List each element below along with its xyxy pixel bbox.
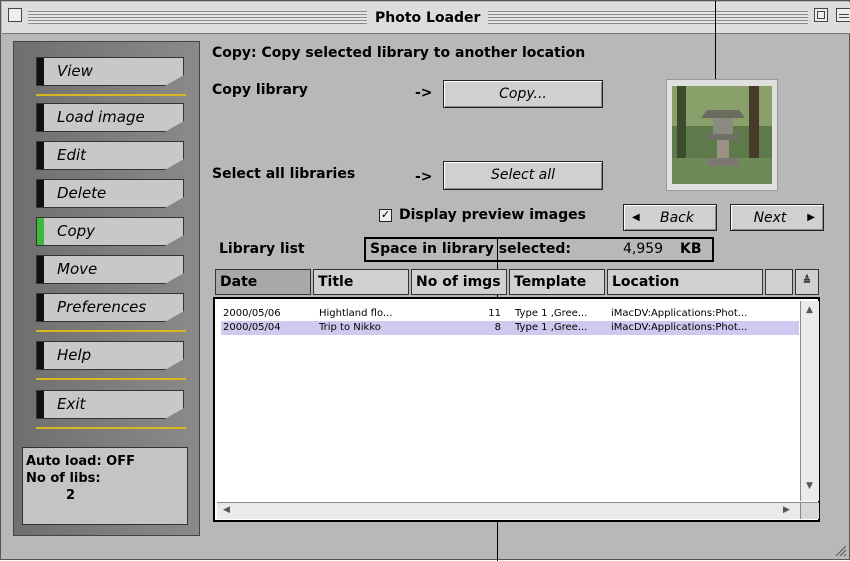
collapse-box[interactable]: [836, 8, 850, 22]
row-location: iMacDV:Applications:Phot...: [611, 322, 748, 333]
row-count: 8: [494, 322, 501, 333]
nav-delete-label: Delete: [57, 184, 107, 202]
row-template: Type 1 ,Gree...: [515, 308, 588, 319]
library-list: 2000/05/06 Hightland flo... 11 Type 1 ,G…: [213, 297, 820, 522]
nav-delete-button[interactable]: Delete: [36, 179, 184, 208]
column-header-blank: [765, 269, 793, 295]
library-list-label: Library list: [219, 241, 305, 257]
nav-copy-label: Copy: [57, 222, 96, 240]
callout-line-preview: [715, 1, 716, 87]
row-location: iMacDV:Applications:Phot...: [611, 308, 748, 319]
space-unit: KB: [680, 241, 702, 257]
space-value: 4,959: [623, 241, 664, 257]
nav-view-button[interactable]: View: [36, 57, 184, 86]
nav-copy-button[interactable]: Copy: [36, 217, 184, 246]
preview-image: [666, 79, 778, 191]
select-all-label: Select all libraries: [212, 166, 356, 182]
nav-load-image-label: Load image: [57, 108, 145, 126]
no-of-libs-value: 2: [66, 488, 76, 503]
separator: [36, 94, 186, 96]
auto-load-status: Auto load: OFF: [26, 454, 135, 469]
nav-preferences-button[interactable]: Preferences: [36, 293, 184, 322]
no-of-libs-label: No of libs:: [26, 471, 101, 486]
space-box: Space in library selected: 4,959 KB: [364, 237, 714, 262]
nav-edit-button[interactable]: Edit: [36, 141, 184, 170]
nav-load-image-button[interactable]: Load image: [36, 103, 184, 132]
nav-move-button[interactable]: Move: [36, 255, 184, 284]
zoom-box[interactable]: [814, 8, 828, 22]
column-header-template[interactable]: Template: [509, 269, 605, 295]
separator: [36, 330, 186, 332]
nav-exit-button[interactable]: Exit: [36, 390, 184, 419]
copy-library-label: Copy library: [212, 82, 308, 98]
back-button[interactable]: ◀ Back: [623, 204, 717, 231]
nav-view-label: View: [57, 62, 93, 80]
back-button-label: Back: [660, 210, 694, 226]
sidebar: View Load image Edit Delete Copy Move Pr…: [13, 41, 200, 536]
status-panel: Auto load: OFF No of libs: 2: [22, 447, 188, 525]
scroll-down-icon[interactable]: ▼: [806, 481, 813, 491]
separator: [36, 378, 186, 380]
nav-exit-label: Exit: [57, 395, 86, 413]
scroll-up-icon[interactable]: ▲: [806, 305, 813, 315]
nav-edit-label: Edit: [57, 146, 87, 164]
table-row-selected[interactable]: 2000/05/04 Trip to Nikko 8 Type 1 ,Gree.…: [221, 321, 799, 335]
column-header-location[interactable]: Location: [607, 269, 763, 295]
sort-order-icon[interactable]: ≜: [795, 269, 819, 295]
column-header-date[interactable]: Date: [215, 269, 311, 295]
nav-move-label: Move: [57, 260, 98, 278]
table-row[interactable]: 2000/05/06 Hightland flo... 11 Type 1 ,G…: [221, 307, 799, 321]
separator: [36, 427, 186, 429]
display-preview-checkbox[interactable]: ✓: [379, 209, 392, 222]
resize-grip-icon[interactable]: [833, 543, 847, 557]
back-arrow-icon: ◀: [632, 212, 640, 223]
column-header-count[interactable]: No of imgs: [411, 269, 507, 295]
nav-help-button[interactable]: Help: [36, 341, 184, 370]
display-preview-label: Display preview images: [399, 207, 586, 223]
horizontal-scrollbar[interactable]: ◀ ▶: [217, 502, 800, 519]
page-heading: Copy: Copy selected library to another l…: [212, 45, 586, 61]
scroll-left-icon[interactable]: ◀: [223, 505, 230, 515]
vertical-scrollbar[interactable]: ▲ ▼: [800, 301, 819, 501]
arrow-label: ->: [415, 85, 433, 101]
space-label: Space in library selected:: [370, 241, 571, 257]
title-bar[interactable]: Photo Loader: [2, 2, 850, 34]
scroll-corner: [800, 502, 819, 519]
next-button[interactable]: Next ▶: [730, 204, 824, 231]
next-button-label: Next: [753, 210, 787, 226]
library-list-body: 2000/05/06 Hightland flo... 11 Type 1 ,G…: [217, 301, 799, 501]
row-date: 2000/05/04: [223, 322, 281, 333]
window-title: Photo Loader: [367, 10, 489, 26]
row-title: Hightland flo...: [319, 308, 393, 319]
scroll-right-icon[interactable]: ▶: [783, 505, 790, 515]
column-header-title[interactable]: Title: [313, 269, 409, 295]
close-box[interactable]: [8, 8, 22, 22]
nav-preferences-label: Preferences: [57, 298, 147, 316]
row-count: 11: [488, 308, 501, 319]
nav-help-label: Help: [57, 346, 92, 364]
row-date: 2000/05/06: [223, 308, 281, 319]
app-window: Photo Loader View Load image Edit Delete…: [0, 0, 850, 561]
select-all-button[interactable]: Select all: [443, 161, 603, 190]
row-title: Trip to Nikko: [319, 322, 381, 333]
row-template: Type 1 ,Gree...: [515, 322, 588, 333]
next-arrow-icon: ▶: [807, 212, 815, 223]
arrow-label: ->: [415, 169, 433, 185]
copy-button[interactable]: Copy...: [443, 80, 603, 108]
